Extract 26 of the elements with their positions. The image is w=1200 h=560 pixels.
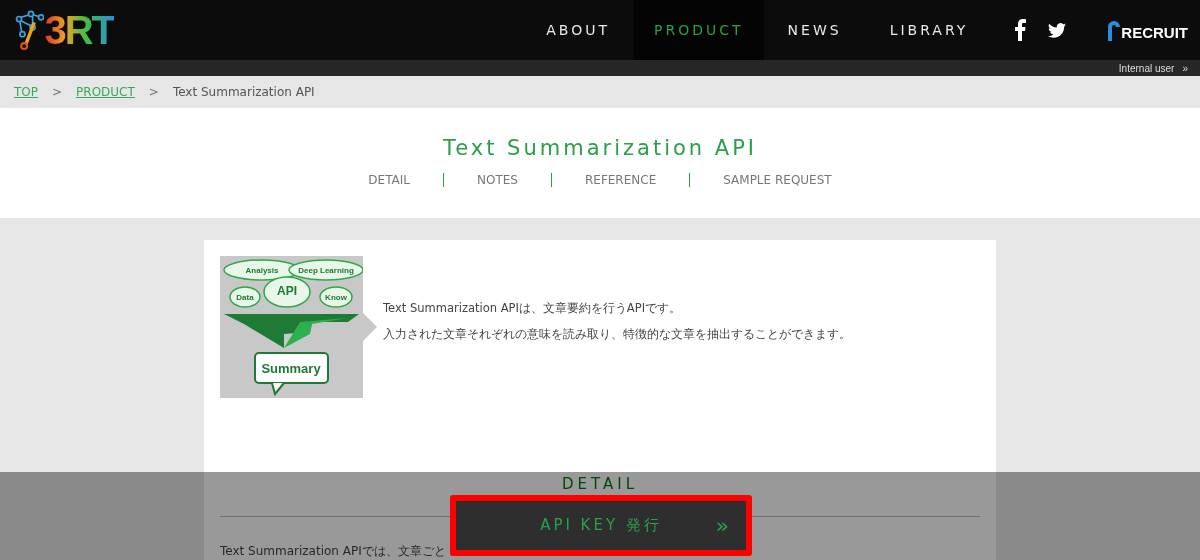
section-link[interactable]: SAMPLE REQUEST [690,173,865,187]
logo[interactable]: 3RT [14,7,114,53]
nav-link[interactable]: ABOUT [522,0,635,60]
intro-text: Text Summarization APIは、文章要約を行うAPIです。 [383,301,683,316]
twitter-icon[interactable] [1048,22,1067,38]
nav-link[interactable]: PRODUCT [634,0,764,60]
section-link[interactable]: DETAIL [335,173,443,187]
company-logo-text: RECRUIT [1121,24,1188,41]
summary-illustration-drawing: Analysis Deep Learning Data API Know Summary [220,256,363,398]
section-link[interactable]: REFERENCE [551,173,690,187]
internal-user-link[interactable]: Internal user » [1118,62,1188,74]
page-title: Text Summarization API [442,136,758,160]
nav-link[interactable]: NEWS [763,0,866,60]
breadcrumb-current: Text Summarization API [172,85,315,99]
breadcrumb-separator: > [52,85,63,99]
section-heading: DETAIL [560,477,640,492]
arc-icon [1106,19,1121,41]
company-logo[interactable]: RECRUIT [1106,19,1188,41]
facebook-icon[interactable] [1014,19,1027,41]
intro-text: 入力された文章それぞれの意味を読み取り、特徴的な文章を抽出することができます。 [383,327,851,342]
section-link[interactable]: NOTES [444,173,551,187]
section-text: Text Summarization APIでは、文章ごと [220,543,447,560]
breadcrumb-separator: > [148,85,159,99]
callout-pointer [363,313,377,341]
nav-link[interactable]: LIBRARY [865,0,993,60]
api-key-button[interactable]: API KEY 発行 » [450,495,752,556]
